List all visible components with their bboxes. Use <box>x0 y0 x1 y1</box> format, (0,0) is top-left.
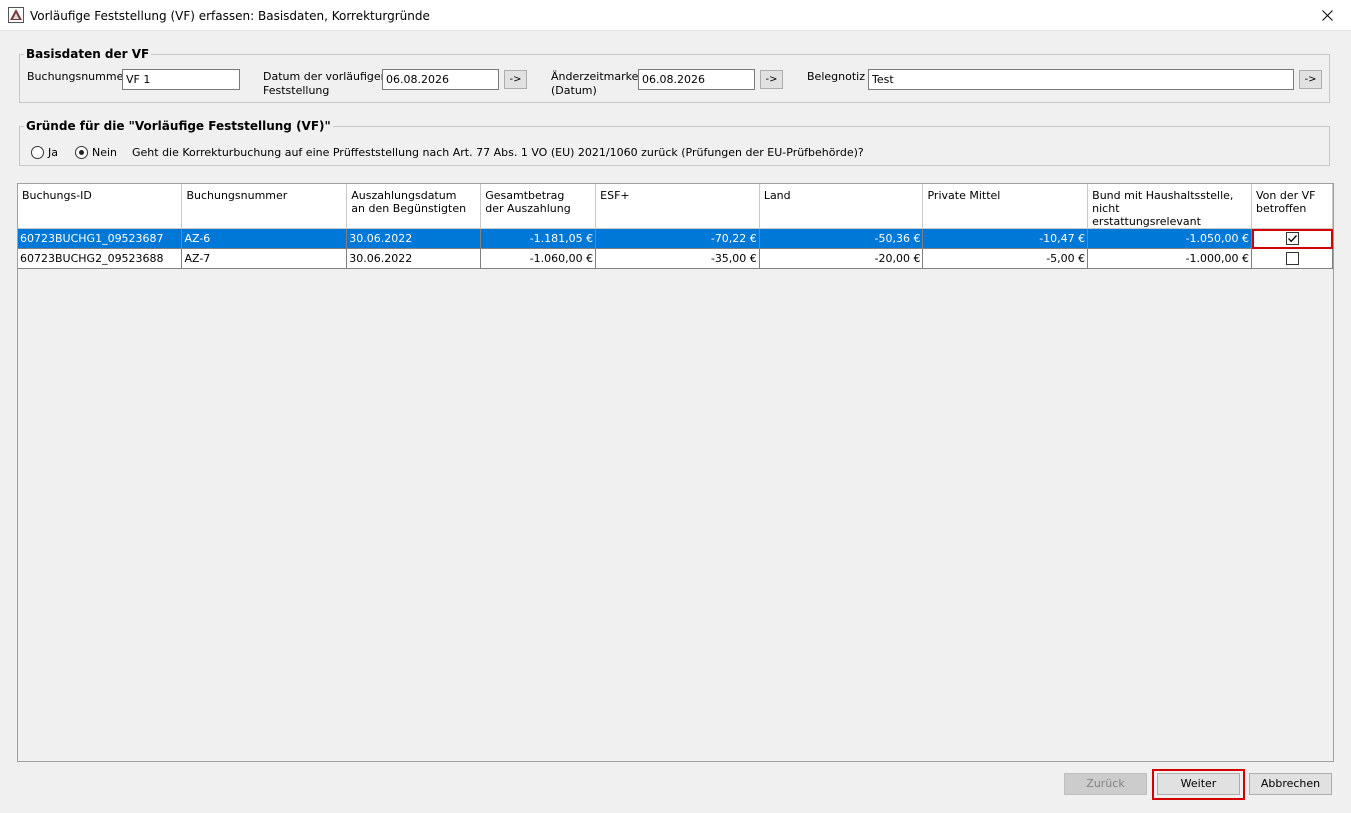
table-row[interactable]: 60723BUCHG2_09523688 AZ-7 30.06.2022 -1.… <box>18 248 1333 269</box>
header-private-mittel[interactable]: Private Mittel <box>922 184 1089 229</box>
datum-label-line1: Datum der vorläufigen <box>263 70 388 83</box>
radio-ja[interactable] <box>31 146 44 159</box>
header-esf[interactable]: ESF+ <box>595 184 760 229</box>
buchungen-table-panel[interactable]: Buchungs-ID Buchungsnummer Auszahlungsda… <box>17 183 1334 762</box>
cell-bund[interactable]: -1.050,00 € <box>1087 228 1253 249</box>
cell-bund[interactable]: -1.000,00 € <box>1087 248 1253 269</box>
header-buchungs-id[interactable]: Buchungs-ID <box>18 184 183 229</box>
cell-auszahlungsdatum[interactable]: 30.06.2022 <box>346 228 482 249</box>
cell-esf[interactable]: -35,00 € <box>595 248 760 269</box>
buchungsnummer-label: Buchungsnummer <box>27 70 128 83</box>
cell-private-mittel[interactable]: -5,00 € <box>922 248 1089 269</box>
header-text: betroffen <box>1256 202 1307 215</box>
buchungsnummer-input[interactable]: VF 1 <box>122 69 240 90</box>
belegnotiz-label: Belegnotiz <box>807 70 865 83</box>
datum-label-line2: Feststellung <box>263 84 330 97</box>
cell-buchungsnummer[interactable]: AZ-7 <box>181 248 348 269</box>
basisdaten-legend: Basisdaten der VF <box>26 47 150 61</box>
table-header-row: Buchungs-ID Buchungsnummer Auszahlungsda… <box>18 184 1333 229</box>
datum-input[interactable]: 06.08.2026 <box>382 69 499 90</box>
aenderung-input[interactable]: 06.08.2026 <box>638 69 755 90</box>
header-text: Bund mit Haushaltsstelle, nicht <box>1092 189 1234 215</box>
betroffen-checkbox[interactable] <box>1285 252 1299 266</box>
header-text: Von der VF <box>1256 189 1316 202</box>
aenderung-label-line2: (Datum) <box>551 84 597 97</box>
header-gesamtbetrag[interactable]: Gesamtbetrag der Auszahlung <box>480 184 597 229</box>
gruende-question: Geht die Korrekturbuchung auf eine Prüff… <box>132 146 864 159</box>
cell-esf[interactable]: -70,22 € <box>595 228 760 249</box>
datum-arrow-button[interactable]: -> <box>504 70 527 89</box>
header-text: Land <box>763 189 791 202</box>
cell-gesamtbetrag[interactable]: -1.060,00 € <box>480 248 597 269</box>
cell-buchungs-id[interactable]: 60723BUCHG2_09523688 <box>18 248 183 269</box>
abbrechen-button[interactable]: Abbrechen <box>1249 773 1332 795</box>
header-text: Buchungsnummer <box>186 189 288 202</box>
buchungen-table: Buchungs-ID Buchungsnummer Auszahlungsda… <box>18 184 1333 269</box>
zurueck-button[interactable]: Zurück <box>1064 773 1147 795</box>
header-text: Buchungs-ID <box>22 189 92 202</box>
title-bar: Vorläufige Feststellung (VF) erfassen: B… <box>0 0 1351 31</box>
cell-betroffen[interactable] <box>1251 248 1333 269</box>
cell-buchungsnummer[interactable]: AZ-6 <box>181 228 348 249</box>
cell-private-mittel[interactable]: -10,47 € <box>922 228 1089 249</box>
header-betroffen[interactable]: Von der VF betroffen <box>1251 184 1333 229</box>
radio-ja-label: Ja <box>48 146 58 159</box>
header-text: an den Begünstigten <box>351 202 467 215</box>
header-land[interactable]: Land <box>759 184 924 229</box>
cell-land[interactable]: -20,00 € <box>759 248 924 269</box>
checkmark-icon <box>1287 235 1297 243</box>
weiter-button[interactable]: Weiter <box>1157 773 1240 795</box>
window-title: Vorläufige Feststellung (VF) erfassen: B… <box>30 9 430 23</box>
header-text: Private Mittel <box>927 189 1001 202</box>
belegnotiz-arrow-button[interactable]: -> <box>1299 70 1322 89</box>
app-icon <box>8 7 24 23</box>
header-text: der Auszahlung <box>485 202 571 215</box>
close-button[interactable] <box>1305 0 1351 31</box>
header-text: erstattungsrelevant <box>1092 215 1201 228</box>
aenderung-arrow-button[interactable]: -> <box>760 70 783 89</box>
radio-nein[interactable] <box>75 146 88 159</box>
header-text: Gesamtbetrag <box>485 189 565 202</box>
gruende-legend: Gründe für die "Vorläufige Feststellung … <box>26 119 331 133</box>
close-icon <box>1322 10 1333 21</box>
cell-buchungs-id[interactable]: 60723BUCHG1_09523687 <box>18 228 183 249</box>
header-text: ESF+ <box>600 189 630 202</box>
cell-land[interactable]: -50,36 € <box>759 228 924 249</box>
header-buchungsnummer[interactable]: Buchungsnummer <box>181 184 348 229</box>
belegnotiz-input[interactable]: Test <box>868 69 1294 90</box>
cell-betroffen[interactable] <box>1251 228 1333 249</box>
aenderung-label-line1: Änderzeitmarke <box>551 70 639 83</box>
betroffen-checkbox[interactable] <box>1285 232 1299 246</box>
header-auszahlungsdatum[interactable]: Auszahlungsdatum an den Begünstigten <box>346 184 482 229</box>
radio-selected-dot <box>79 150 84 155</box>
cell-gesamtbetrag[interactable]: -1.181,05 € <box>480 228 597 249</box>
header-bund[interactable]: Bund mit Haushaltsstelle, nicht erstattun… <box>1087 184 1253 229</box>
header-text: Auszahlungsdatum <box>351 189 457 202</box>
radio-nein-label: Nein <box>92 146 118 159</box>
cell-auszahlungsdatum[interactable]: 30.06.2022 <box>346 248 482 269</box>
table-row[interactable]: 60723BUCHG1_09523687 AZ-6 30.06.2022 -1.… <box>18 228 1333 249</box>
